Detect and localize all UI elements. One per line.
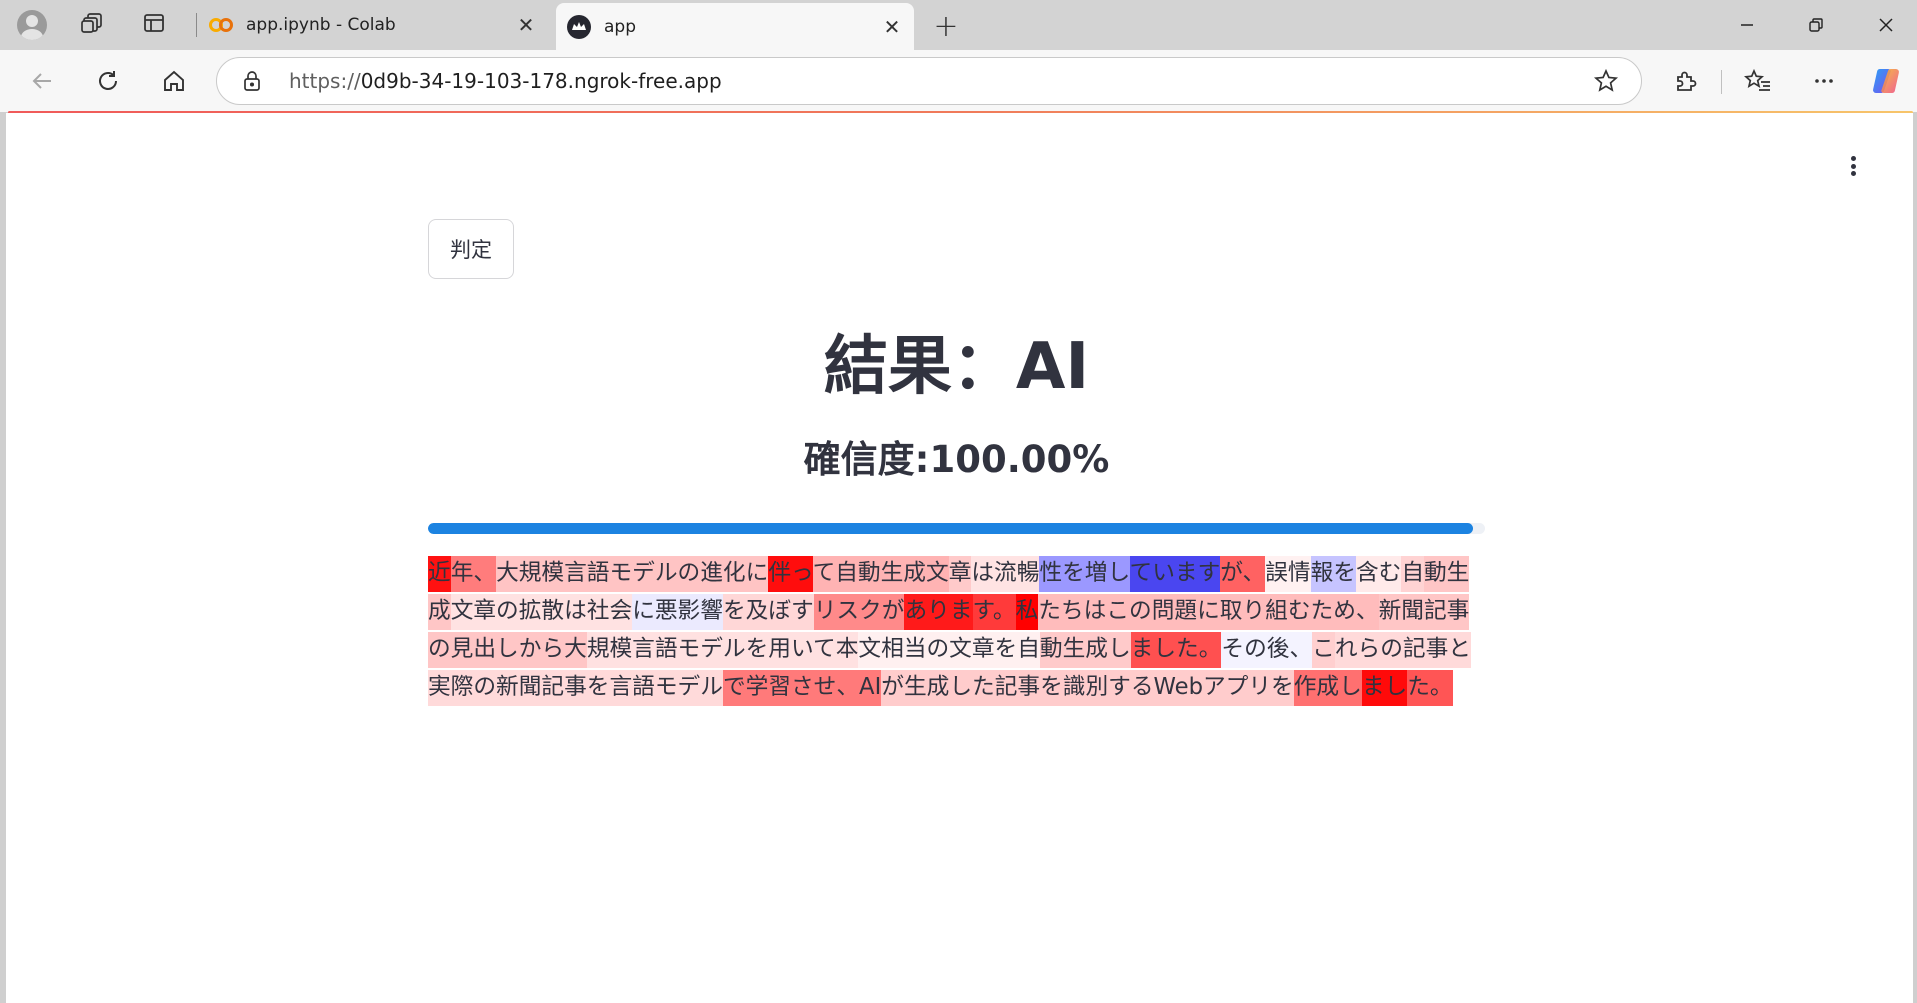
restore-button[interactable] bbox=[1788, 6, 1844, 44]
colab-icon bbox=[208, 12, 234, 38]
close-icon[interactable]: ✕ bbox=[878, 13, 906, 41]
streamlit-icon bbox=[566, 14, 592, 40]
restore-icon bbox=[1809, 18, 1823, 32]
home-button[interactable] bbox=[154, 62, 194, 100]
highlighted-token: 自 bbox=[1401, 556, 1424, 592]
highlighted-token: まし bbox=[1361, 670, 1408, 706]
avatar-icon bbox=[17, 10, 47, 40]
highlighted-token: 含む bbox=[1355, 556, 1402, 592]
app-menu-button[interactable] bbox=[1841, 153, 1865, 179]
minimize-icon bbox=[1741, 24, 1753, 26]
highlighted-token: が、 bbox=[1220, 556, 1266, 592]
address-bar[interactable]: https://0d9b-34-19-103-178.ngrok-free.ap… bbox=[216, 57, 1642, 105]
highlighted-token: は流暢 bbox=[971, 556, 1040, 592]
kebab-dot bbox=[1850, 163, 1856, 169]
highlighted-token: 動生成し bbox=[1039, 632, 1131, 668]
highlighted-token: 大規模言語モデルの進化に bbox=[496, 556, 769, 592]
favorites-button[interactable] bbox=[1738, 62, 1778, 100]
workspaces-button[interactable] bbox=[74, 8, 110, 42]
app-main: 判定 結果：AI 確信度:100.00% 近年、大規模言語モデルの進化に伴って自… bbox=[428, 219, 1485, 706]
highlighted-token: 性を増し bbox=[1039, 556, 1130, 592]
highlighted-token: に悪影響 bbox=[632, 594, 723, 630]
highlighted-token: 章 bbox=[948, 556, 972, 592]
reload-button[interactable] bbox=[88, 62, 128, 100]
url-text[interactable]: https://0d9b-34-19-103-178.ngrok-free.ap… bbox=[289, 69, 722, 93]
toolbar-divider bbox=[1721, 70, 1722, 94]
confidence-text: 確信度:100.00% bbox=[803, 438, 1110, 481]
back-button[interactable] bbox=[22, 62, 62, 100]
workspaces-icon bbox=[79, 10, 105, 40]
home-icon bbox=[164, 70, 184, 91]
highlighted-token: 近 bbox=[428, 556, 451, 592]
browser-tab-strip: app.ipynb - Colab ✕ app ✕ + bbox=[0, 0, 1917, 50]
highlighted-token: た。 bbox=[1407, 670, 1453, 706]
close-window-button[interactable] bbox=[1858, 6, 1914, 44]
profile-avatar[interactable] bbox=[14, 8, 50, 42]
new-tab-button[interactable]: + bbox=[928, 8, 964, 44]
highlighted-token: 文相当の文章を自 bbox=[858, 632, 1040, 668]
confidence-progress-bar bbox=[428, 523, 1485, 534]
highlighted-token: たちはこの問題に取り組むため、 bbox=[1038, 594, 1379, 630]
kebab-dot bbox=[1850, 171, 1856, 176]
tab-app[interactable]: app ✕ bbox=[556, 3, 914, 50]
close-icon bbox=[1879, 18, 1893, 32]
highlighted-token: ました。 bbox=[1130, 632, 1222, 668]
highlighted-token: その後、 bbox=[1221, 632, 1313, 668]
browser-toolbar: https://0d9b-34-19-103-178.ngrok-free.ap… bbox=[0, 50, 1917, 112]
settings-more-button[interactable] bbox=[1804, 62, 1844, 100]
lock-icon bbox=[239, 70, 265, 92]
extensions-puzzle-icon bbox=[1677, 71, 1697, 91]
judge-button[interactable]: 判定 bbox=[428, 219, 514, 279]
minimize-button[interactable] bbox=[1719, 6, 1775, 44]
tab-actions-icon bbox=[142, 11, 166, 39]
favorites-list-icon bbox=[1744, 68, 1770, 91]
highlighted-token: リスクが bbox=[813, 594, 905, 630]
highlighted-token: 伴っ bbox=[768, 556, 813, 592]
highlighted-token: 作成し bbox=[1293, 670, 1362, 706]
back-arrow-icon bbox=[32, 73, 51, 89]
plus-icon: + bbox=[933, 8, 959, 44]
vertical-tabs-button[interactable] bbox=[136, 8, 172, 42]
result-title: 結果：AI bbox=[823, 330, 1090, 404]
kebab-dot bbox=[1850, 156, 1856, 161]
highlighted-token: す。 bbox=[972, 594, 1016, 630]
highlighted-token: 文章の拡散は社会 bbox=[450, 594, 633, 630]
highlighted-token: 年、 bbox=[450, 556, 497, 592]
highlighted-token: 誤情 bbox=[1265, 556, 1311, 592]
highlighted-token: ありま bbox=[904, 594, 973, 630]
highlighted-token: 規模言語モデルを用いて本 bbox=[586, 632, 859, 668]
tab-title: app bbox=[604, 16, 636, 37]
highlighted-token: 報を bbox=[1310, 556, 1356, 592]
tab-title: app.ipynb - Colab bbox=[246, 15, 396, 35]
progress-fill bbox=[428, 523, 1474, 534]
page-viewport: 判定 結果：AI 確信度:100.00% 近年、大規模言語モデルの進化に伴って自… bbox=[6, 113, 1913, 1003]
highlighted-token: ています bbox=[1129, 556, 1221, 592]
highlighted-text: 近年、大規模言語モデルの進化に伴って自動生成文章は流暢性を増していますが、誤情報… bbox=[428, 554, 1485, 706]
reload-icon bbox=[99, 71, 117, 90]
favorite-star-icon[interactable] bbox=[1593, 68, 1619, 98]
close-icon[interactable]: ✕ bbox=[512, 11, 540, 39]
copilot-button[interactable] bbox=[1866, 62, 1906, 100]
highlighted-token: が生成した記事を識別するWebアプリを bbox=[881, 670, 1294, 706]
copilot-icon bbox=[1873, 69, 1899, 93]
highlighted-token: 私 bbox=[1015, 594, 1039, 630]
tab-colab[interactable]: app.ipynb - Colab ✕ bbox=[204, 0, 548, 50]
more-horizontal-icon bbox=[1815, 79, 1833, 83]
extensions-button[interactable] bbox=[1666, 62, 1706, 100]
tab-separator bbox=[196, 13, 197, 37]
highlighted-token: を及ぼす bbox=[722, 594, 814, 630]
highlighted-token: こ bbox=[1312, 632, 1335, 668]
highlighted-token: で学習させ、AI bbox=[722, 670, 882, 706]
highlighted-token: て自動生成文 bbox=[812, 556, 949, 592]
